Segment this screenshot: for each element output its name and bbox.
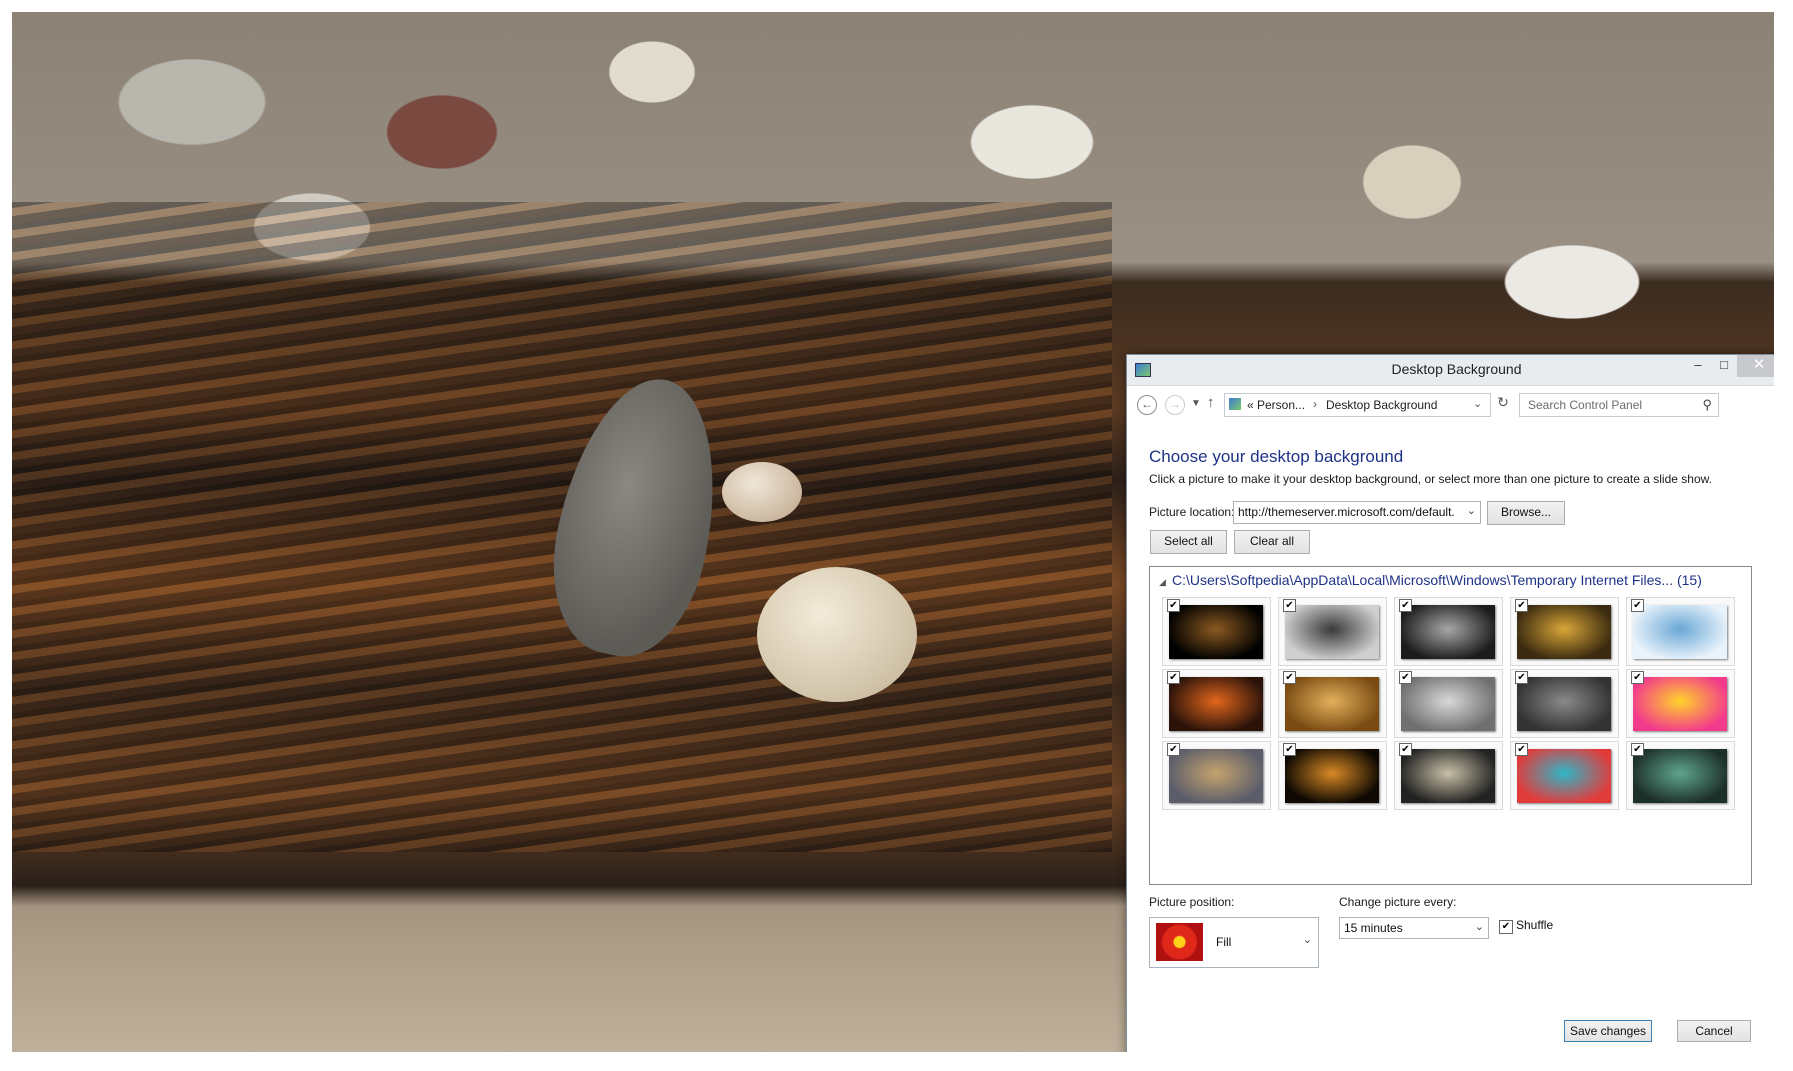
thumbnail-image [1633,749,1727,803]
thumbnail-checkbox[interactable]: ✔ [1399,671,1412,684]
thumbnail-image [1401,749,1495,803]
thumbnail-bicycle-bw[interactable]: ✔ [1278,597,1387,666]
thumbnail-ferris-wheel[interactable]: ✔ [1394,741,1503,810]
thumbnail-game-pieces[interactable]: ✔ [1394,597,1503,666]
thumbnail-image [1285,749,1379,803]
browse-button[interactable]: Browse... [1487,501,1565,525]
picture-location-value: http://themeserver.microsoft.com/default… [1238,505,1455,519]
search-icon[interactable]: ⚲ [1702,397,1712,413]
change-picture-label: Change picture every: [1339,895,1457,909]
up-arrow-icon[interactable]: ↑ [1207,394,1215,411]
thumbnail-checkbox[interactable]: ✔ [1399,599,1412,612]
gallery-group-header[interactable]: C:\Users\Softpedia\AppData\Local\Microso… [1172,572,1702,588]
title-bar[interactable]: Desktop Background – □ ✕ [1127,355,1774,386]
change-picture-select[interactable]: 15 minutes ⌄ [1339,917,1489,939]
address-dropdown-icon[interactable]: ⌄ [1473,397,1482,410]
picture-position-value: Fill [1216,935,1232,949]
thumbnail-image [1285,605,1379,659]
maximize-button[interactable]: □ [1711,355,1737,377]
back-button[interactable]: ← [1137,395,1157,415]
chevron-down-icon[interactable]: ⌄ [1475,920,1484,933]
thumbnail-lamp-street[interactable]: ✔ [1394,669,1503,738]
cancel-button[interactable]: Cancel [1677,1020,1751,1042]
collapse-arrow-icon[interactable]: ◢ [1159,577,1166,588]
change-picture-value: 15 minutes [1344,921,1403,935]
thumbnail-checkbox[interactable]: ✔ [1167,671,1180,684]
thumbnail-checkbox[interactable]: ✔ [1283,671,1296,684]
thumbnail-image [1401,605,1495,659]
thumbnail-image [1169,749,1263,803]
save-changes-button[interactable]: Save changes [1564,1020,1652,1042]
thumbnail-image [1517,749,1611,803]
page-title: Choose your desktop background [1149,447,1404,466]
thumbnail-moon-landscape[interactable]: ✔ [1510,669,1619,738]
thumbnail-image [1633,605,1727,659]
thumbnail-checkbox[interactable]: ✔ [1167,743,1180,756]
small-stone-image [722,462,802,522]
refresh-icon[interactable]: ↻ [1492,394,1514,416]
thumbnail-image [1633,677,1727,731]
thumbnail-checkbox[interactable]: ✔ [1515,671,1528,684]
shuffle-label[interactable]: Shuffle [1516,918,1553,932]
thumbnail-fire-embers[interactable]: ✔ [1162,669,1271,738]
thumbnail-image [1169,677,1263,731]
breadcrumb-personalization[interactable]: « Person... [1247,398,1305,412]
picture-location-select[interactable]: http://themeserver.microsoft.com/default… [1233,501,1481,524]
thumbnail-checkbox[interactable]: ✔ [1631,671,1644,684]
thumbnail-image [1401,677,1495,731]
window-title: Desktop Background [1391,361,1522,377]
search-input[interactable]: Search Control Panel ⚲ [1519,393,1719,417]
white-stone-image [757,567,917,702]
thumbnail-colored-chairs[interactable]: ✔ [1510,741,1619,810]
picture-position-select[interactable]: Fill ⌄ [1149,917,1319,968]
thumbnail-checkbox[interactable]: ✔ [1167,599,1180,612]
thumbnail-checkbox[interactable]: ✔ [1631,743,1644,756]
select-all-button[interactable]: Select all [1150,530,1227,554]
recent-locations-chevron-icon[interactable]: ▼ [1191,398,1201,409]
thumbnail-checkbox[interactable]: ✔ [1283,599,1296,612]
thumbnail-checkbox[interactable]: ✔ [1283,743,1296,756]
thumbnail-vintage-bicycle[interactable]: ✔ [1626,741,1735,810]
thumbnail-candle-glow[interactable]: ✔ [1278,741,1387,810]
thumbnail-colorful-bowls[interactable]: ✔ [1626,669,1735,738]
chevron-down-icon[interactable]: ⌄ [1303,933,1312,946]
picture-position-label: Picture position: [1149,895,1235,909]
thumbnail-seashore-pebbles[interactable]: ✔ [1162,741,1271,810]
thumbnail-lightbulb[interactable]: ✔ [1162,597,1271,666]
close-button[interactable]: ✕ [1737,355,1774,377]
thumbnail-checkbox[interactable]: ✔ [1515,599,1528,612]
thumbnail-checkbox[interactable]: ✔ [1631,599,1644,612]
control-panel-icon [1229,398,1241,410]
search-placeholder: Search Control Panel [1528,398,1643,412]
clear-all-button[interactable]: Clear all [1234,530,1310,554]
address-bar[interactable]: « Person... › Desktop Background ⌄ [1224,393,1491,417]
forward-button[interactable]: → [1165,395,1185,415]
desktop-background-window: Desktop Background – □ ✕ ← → ▼ ↑ « Perso… [1126,354,1774,1052]
picture-location-label: Picture location: [1149,505,1235,519]
breadcrumb-desktop-background[interactable]: Desktop Background [1326,398,1437,412]
breadcrumb-separator-icon[interactable]: › [1313,397,1317,411]
desktop-wallpaper: Desktop Background – □ ✕ ← → ▼ ↑ « Perso… [12,12,1774,1052]
thumbnail-image [1517,605,1611,659]
picture-gallery[interactable]: ◢ C:\Users\Softpedia\AppData\Local\Micro… [1149,566,1752,885]
thumbnail-saxophone[interactable]: ✔ [1510,597,1619,666]
position-preview-image [1156,923,1203,961]
thumbnail-birds-on-wire[interactable]: ✔ [1626,597,1735,666]
minimize-button[interactable]: – [1685,355,1711,377]
shuffle-checkbox[interactable]: ✔ [1499,920,1513,934]
thumbnail-image [1517,677,1611,731]
navigation-bar: ← → ▼ ↑ « Person... › Desktop Background… [1127,386,1774,422]
thumbnail-checkbox[interactable]: ✔ [1515,743,1528,756]
thumbnail-image [1169,605,1263,659]
page-subtitle: Click a picture to make it your desktop … [1149,472,1712,486]
chevron-down-icon[interactable]: ⌄ [1467,504,1476,517]
thumbnail-beads-amber[interactable]: ✔ [1278,669,1387,738]
thumbnail-checkbox[interactable]: ✔ [1399,743,1412,756]
thumbnail-image [1285,677,1379,731]
